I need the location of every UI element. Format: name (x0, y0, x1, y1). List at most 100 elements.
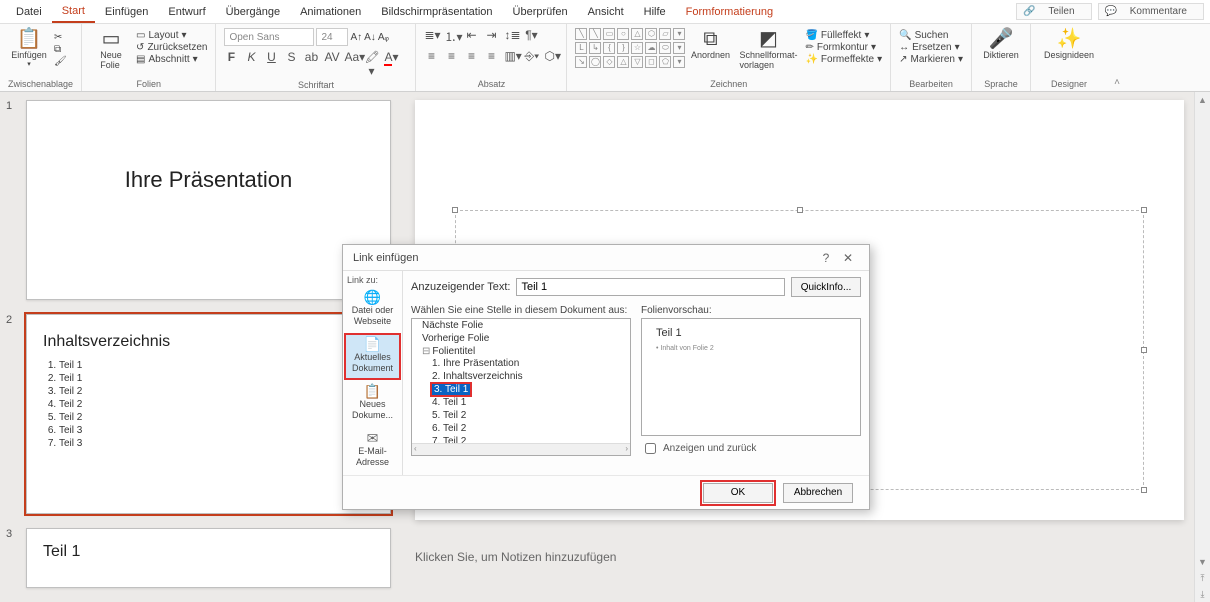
ok-button[interactable]: OK (703, 483, 773, 503)
quickstyles-icon: ◩ (759, 28, 778, 50)
align-left-button[interactable]: ≡ (424, 49, 438, 64)
paste-button[interactable]: 📋 Einfügen▾ (8, 28, 50, 68)
tree-item-selected[interactable]: 3. Teil 1 (430, 383, 630, 396)
format-painter-button[interactable]: 🖌 (54, 56, 67, 67)
layout-button[interactable]: ▭ Layout ▾ (136, 30, 207, 41)
indent-inc-button[interactable]: ⇥ (484, 28, 498, 45)
bold-button[interactable]: F (224, 50, 238, 78)
display-text-input[interactable] (516, 278, 785, 296)
scroll-up-icon[interactable]: ▲ (1195, 92, 1210, 108)
thumb-slide-3[interactable]: Teil 1 (26, 528, 391, 588)
tree-item[interactable]: 4. Teil 1 (430, 396, 630, 409)
decrease-font-button[interactable]: A↓ (364, 32, 376, 43)
tab-slideshow[interactable]: Bildschirmpräsentation (371, 2, 502, 22)
linkto-email[interactable]: ✉E-Mail-Adresse (345, 428, 400, 473)
tree-item[interactable]: 5. Teil 2 (430, 409, 630, 422)
cancel-button[interactable]: Abbrechen (783, 483, 853, 503)
tab-transitions[interactable]: Übergänge (216, 2, 290, 22)
align-center-button[interactable]: ≡ (444, 49, 458, 64)
tab-view[interactable]: Ansicht (578, 2, 634, 22)
cut-button[interactable]: ✂ (54, 32, 67, 43)
reset-button[interactable]: ↺ Zurücksetzen (136, 42, 207, 53)
show-return-checkbox[interactable]: Anzeigen und zurück (641, 440, 861, 457)
thumb-slide-2[interactable]: Inhaltsverzeichnis Teil 1 Teil 1 Teil 2 … (26, 314, 391, 514)
spacing-button[interactable]: AV (324, 50, 338, 78)
tab-design[interactable]: Entwurf (158, 2, 215, 22)
tree-next-slide[interactable]: Nächste Folie (420, 319, 630, 332)
tree-item[interactable]: 2. Inhaltsverzeichnis (430, 370, 630, 383)
shape-outline-button[interactable]: ✏ Formkontur ▾ (805, 42, 882, 53)
shape-fill-button[interactable]: 🪣 Fülleffekt ▾ (805, 30, 882, 41)
linkto-this-doc[interactable]: 📄Aktuelles Dokument (345, 334, 400, 379)
tree-item[interactable]: 6. Teil 2 (430, 422, 630, 435)
next-slide-icon[interactable]: ⤓ (1195, 586, 1210, 602)
copy-button[interactable]: ⧉ (54, 44, 67, 55)
font-size-input[interactable] (316, 28, 348, 46)
tab-review[interactable]: Überprüfen (503, 2, 578, 22)
tree-slide-titles[interactable]: ⊟Folientitel 1. Ihre Präsentation 2. Inh… (420, 345, 630, 449)
show-return-input[interactable] (645, 443, 656, 454)
tab-animations[interactable]: Animationen (290, 2, 371, 22)
comments-button[interactable]: 💬 Kommentare (1098, 3, 1204, 20)
tab-shapeformat[interactable]: Formformatierung (676, 2, 783, 22)
quickinfo-button[interactable]: QuickInfo... (791, 277, 861, 297)
designideas-button[interactable]: ✨ Designideen (1039, 28, 1099, 60)
new-slide-button[interactable]: ▭ Neue Folie (90, 28, 132, 70)
tab-help[interactable]: Hilfe (634, 2, 676, 22)
dialog-titlebar[interactable]: Link einfügen ? ✕ (343, 245, 869, 271)
highlight-button[interactable]: 🖍▾ (364, 50, 378, 78)
numbering-button[interactable]: ⒈▾ (444, 28, 458, 45)
smartart-button[interactable]: ⬡▾ (544, 49, 558, 64)
slide-tree[interactable]: Nächste Folie Vorherige Folie ⊟Folientit… (411, 318, 631, 456)
select-button[interactable]: ↗ Markieren ▾ (899, 54, 963, 65)
find-button[interactable]: 🔍 Suchen (899, 30, 963, 41)
dialog-close-button[interactable]: ✕ (837, 251, 859, 265)
increase-font-button[interactable]: A↑ (350, 32, 362, 43)
shapes-gallery[interactable]: ╲╲▭○△⬡▱▾ L↳{}☆☁⬭▾ ↘◯◇△▽◻⬠▾ (575, 28, 685, 68)
textdir-button[interactable]: ¶▾ (524, 28, 538, 45)
align-v-button[interactable]: ⎆▾ (524, 49, 538, 64)
newdoc-icon: 📋 (348, 386, 397, 397)
notes-placeholder[interactable]: Klicken Sie, um Notizen hinzuzufügen (415, 550, 1184, 564)
thumb-number-3: 3 (6, 528, 20, 588)
thumb-slide-1[interactable]: Ihre Präsentation (26, 100, 391, 300)
linkto-new-doc[interactable]: 📋Neues Dokume... (345, 381, 400, 426)
tree-hscroll[interactable]: ‹› (412, 443, 630, 455)
font-name-input[interactable] (224, 28, 314, 46)
dialog-help-button[interactable]: ? (815, 251, 837, 265)
strike-button[interactable]: S (284, 50, 298, 78)
italic-button[interactable]: K (244, 50, 258, 78)
share-button[interactable]: 🔗 Teilen (1016, 3, 1091, 20)
shape-effects-button[interactable]: ✨ Formeffekte ▾ (805, 54, 882, 65)
tree-prev-slide[interactable]: Vorherige Folie (420, 332, 630, 345)
drawing-label: Zeichnen (575, 77, 882, 91)
menubar: Datei Start Einfügen Entwurf Übergänge A… (0, 0, 1210, 24)
columns-button[interactable]: ▥▾ (504, 49, 518, 64)
linespacing-button[interactable]: ↕≣ (504, 28, 518, 45)
arrange-button[interactable]: ⧉ Anordnen (689, 28, 731, 60)
thumbnail-pane[interactable]: 1 Ihre Präsentation 2 Inhaltsverzeichnis… (0, 92, 395, 602)
shadow-button[interactable]: ab (304, 50, 318, 78)
tab-file[interactable]: Datei (6, 2, 52, 22)
section-button[interactable]: ▤ Abschnitt ▾ (136, 54, 207, 65)
paste-icon: 📋 (17, 28, 42, 50)
tab-start[interactable]: Start (52, 1, 95, 23)
underline-button[interactable]: U (264, 50, 278, 78)
scroll-down-icon[interactable]: ▼ (1195, 554, 1210, 570)
fontcolor-button[interactable]: A▾ (384, 50, 398, 78)
indent-dec-button[interactable]: ⇤ (464, 28, 478, 45)
tree-item[interactable]: 1. Ihre Präsentation (430, 357, 630, 370)
replace-button[interactable]: ↔ Ersetzen ▾ (899, 42, 963, 53)
align-justify-button[interactable]: ≡ (484, 49, 498, 64)
vertical-scrollbar[interactable]: ▲ ▼ ⤒ ⤓ (1194, 92, 1210, 602)
bullets-button[interactable]: ≣▾ (424, 28, 438, 45)
clear-format-button[interactable]: Aᵩ (378, 32, 389, 43)
dictate-button[interactable]: 🎤 Diktieren (980, 28, 1022, 60)
linkto-file-web[interactable]: 🌐Datei oder Webseite (345, 287, 400, 332)
quickstyles-button[interactable]: ◩ Schnellformat- vorlagen (735, 28, 801, 70)
ribbon-collapse-button[interactable]: ˄ (1107, 24, 1127, 91)
prev-slide-icon[interactable]: ⤒ (1195, 570, 1210, 586)
align-right-button[interactable]: ≡ (464, 49, 478, 64)
tab-insert[interactable]: Einfügen (95, 2, 158, 22)
case-button[interactable]: Aa▾ (344, 50, 358, 78)
